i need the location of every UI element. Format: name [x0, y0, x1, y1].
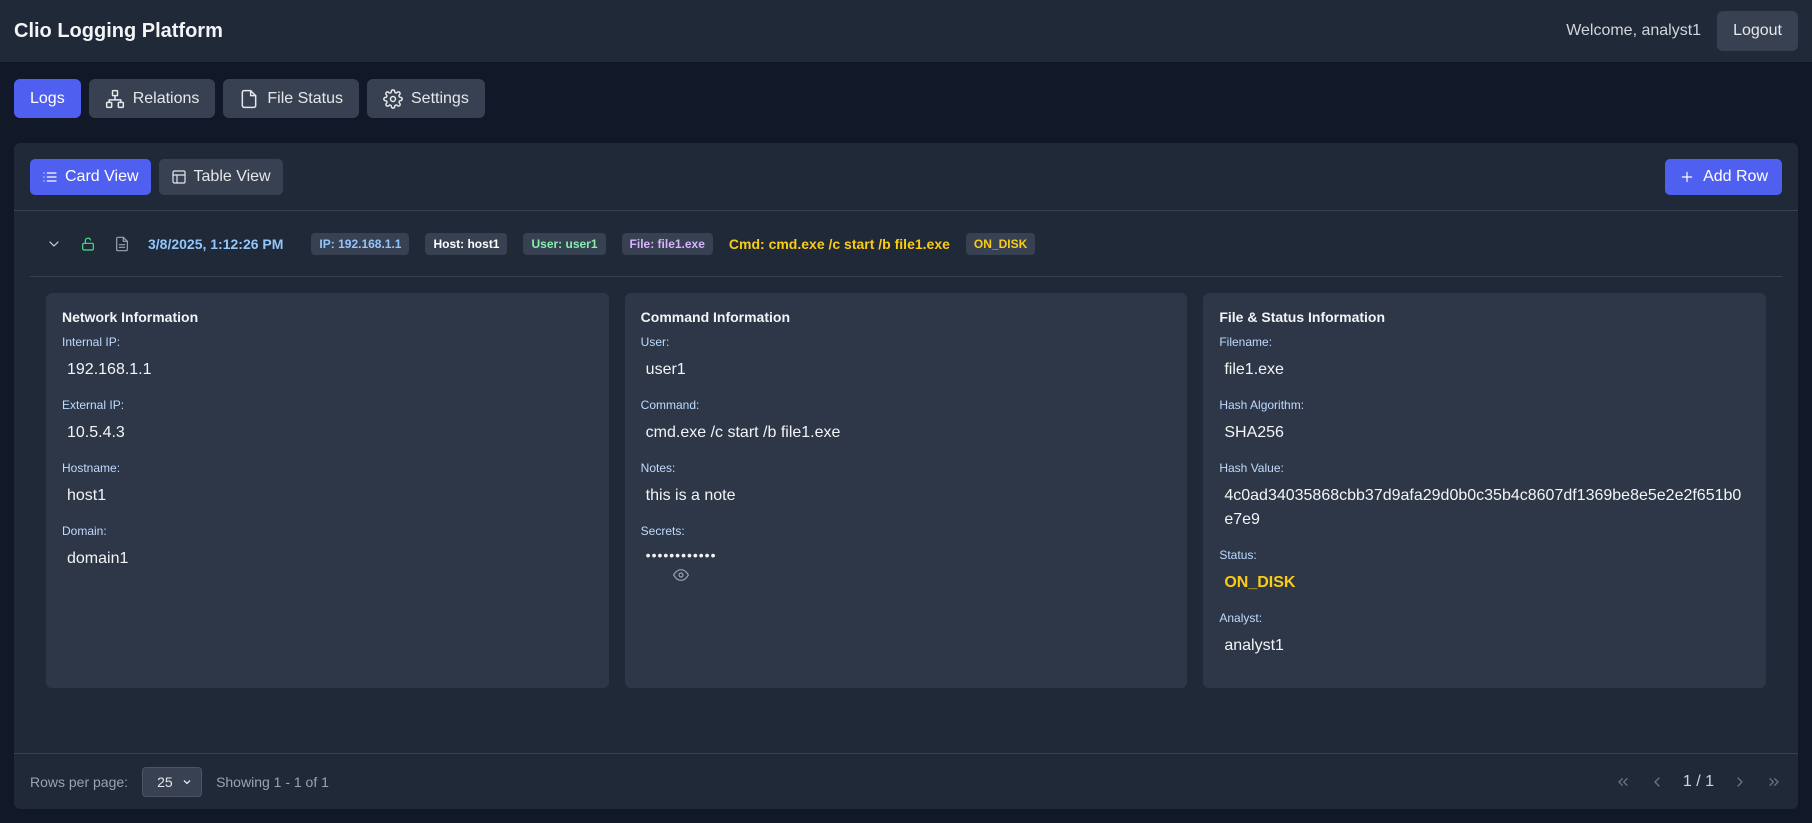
host-badge: Host: host1 — [425, 232, 508, 255]
domain-value[interactable]: domain1 — [62, 547, 593, 571]
unlock-icon[interactable] — [80, 236, 96, 252]
user-label: User: — [640, 335, 670, 349]
last-page-icon[interactable] — [1766, 774, 1782, 790]
next-page-icon[interactable] — [1732, 774, 1748, 790]
status-label: Status: — [1219, 548, 1257, 562]
file-status-card: File & Status Information Filename: file… — [1203, 293, 1767, 688]
ip-badge: IP: 192.168.1.1 — [311, 232, 410, 255]
previous-page-icon[interactable] — [1649, 774, 1665, 790]
card-view-button[interactable]: Card View — [30, 158, 151, 195]
internal-ip-value[interactable]: 192.168.1.1 — [62, 358, 593, 382]
notes-value[interactable]: this is a note — [641, 484, 1172, 508]
tab-settings-label: Settings — [411, 89, 469, 107]
user-value[interactable]: user1 — [641, 358, 1172, 382]
analyst-value[interactable]: analyst1 — [1219, 634, 1750, 658]
welcome-text: Welcome, analyst1 — [1566, 22, 1702, 39]
notes-label: Notes: — [640, 461, 676, 475]
filename-label: Filename: — [1219, 335, 1273, 349]
secrets-value[interactable]: •••••••••••• — [641, 547, 1172, 563]
table-view-button[interactable]: Table View — [158, 158, 283, 195]
network-icon — [105, 89, 124, 108]
analyst-label: Analyst: — [1219, 611, 1263, 625]
hostname-label: Hostname: — [62, 461, 121, 475]
tab-file-status-label: File Status — [267, 89, 343, 107]
user-badge: User: user1 — [523, 232, 606, 255]
plus-icon — [1681, 171, 1693, 182]
external-ip-label: External IP: — [62, 398, 125, 412]
app-title: Clio Logging Platform — [14, 19, 223, 42]
page-indicator: 1 / 1 — [1682, 772, 1714, 790]
add-row-button[interactable]: Add Row — [1665, 158, 1782, 195]
user-area: Welcome, analyst1 Logout — [1566, 11, 1798, 51]
chevron-down-icon[interactable] — [46, 236, 62, 252]
command-value[interactable]: cmd.exe /c start /b file1.exe — [641, 421, 1172, 445]
external-ip-value[interactable]: 10.5.4.3 — [62, 421, 593, 445]
table-view-label: Table View — [193, 167, 271, 185]
document-icon[interactable] — [114, 236, 130, 252]
view-toggle: Card View Table View — [30, 158, 283, 195]
file-icon — [241, 89, 257, 108]
logs-panel: Card View Table View Add Row 3/8/2025, 1… — [14, 143, 1798, 809]
filename-value[interactable]: file1.exe — [1219, 358, 1750, 382]
command-card: Command Information User: user1 Command:… — [624, 293, 1188, 688]
pagination-footer: Rows per page: 25 Showing 1 - 1 of 1 1 /… — [14, 753, 1798, 809]
hash-algorithm-label: Hash Algorithm: — [1219, 398, 1305, 412]
command-card-title: Command Information — [640, 309, 791, 325]
tab-logs-label: Logs — [30, 89, 65, 107]
log-row-header[interactable]: 3/8/2025, 1:12:26 PM IP: 192.168.1.1 Hos… — [30, 211, 1782, 277]
network-card-title: Network Information — [62, 309, 199, 325]
domain-label: Domain: — [62, 524, 107, 538]
hash-value-label: Hash Value: — [1219, 461, 1284, 475]
internal-ip-label: Internal IP: — [62, 335, 121, 349]
file-badge: File: file1.exe — [621, 232, 713, 255]
command-summary: Cmd: cmd.exe /c start /b file1.exe — [728, 235, 950, 252]
list-icon — [43, 171, 57, 182]
detail-cards: Network Information Internal IP: 192.168… — [14, 277, 1798, 704]
network-card: Network Information Internal IP: 192.168… — [46, 293, 609, 688]
panel-toolbar: Card View Table View Add Row — [14, 143, 1798, 211]
chevron-down-icon — [183, 779, 191, 784]
command-label: Command: — [640, 398, 700, 412]
tab-logs[interactable]: Logs — [14, 79, 81, 118]
tab-relations[interactable]: Relations — [88, 79, 216, 118]
pager: 1 / 1 — [1615, 773, 1782, 791]
rows-per-page-area: Rows per page: 25 Showing 1 - 1 of 1 — [30, 766, 329, 797]
card-view-label: Card View — [65, 167, 139, 185]
table-icon — [171, 169, 186, 184]
showing-text: Showing 1 - 1 of 1 — [216, 773, 329, 790]
hostname-value[interactable]: host1 — [62, 484, 593, 508]
secrets-label: Secrets: — [640, 524, 685, 538]
tab-relations-label: Relations — [132, 89, 200, 107]
eye-icon[interactable] — [672, 567, 1172, 588]
file-status-card-title: File & Status Information — [1219, 309, 1386, 325]
hash-value[interactable]: 4c0ad34035868cbb37d9afa29d0b0c35b4c8607d… — [1219, 484, 1750, 532]
tab-settings[interactable]: Settings — [367, 79, 485, 118]
rows-per-page-select[interactable]: 25 — [142, 766, 203, 797]
first-page-icon[interactable] — [1615, 774, 1631, 790]
tab-file-status[interactable]: File Status — [223, 79, 359, 118]
status-value[interactable]: ON_DISK — [1219, 571, 1750, 595]
top-bar: Clio Logging Platform Welcome, analyst1 … — [0, 0, 1812, 63]
logout-button[interactable]: Logout — [1717, 11, 1798, 51]
log-timestamp: 3/8/2025, 1:12:26 PM — [148, 235, 284, 252]
gear-icon — [383, 88, 403, 109]
main-nav: Logs Relations File Status Settings — [0, 63, 1812, 134]
hash-algorithm-value[interactable]: SHA256 — [1219, 421, 1750, 445]
rows-per-page-label: Rows per page: — [30, 773, 129, 790]
add-row-label: Add Row — [1703, 167, 1768, 185]
status-badge: ON_DISK — [965, 232, 1036, 255]
rows-per-page-value: 25 — [157, 773, 173, 790]
